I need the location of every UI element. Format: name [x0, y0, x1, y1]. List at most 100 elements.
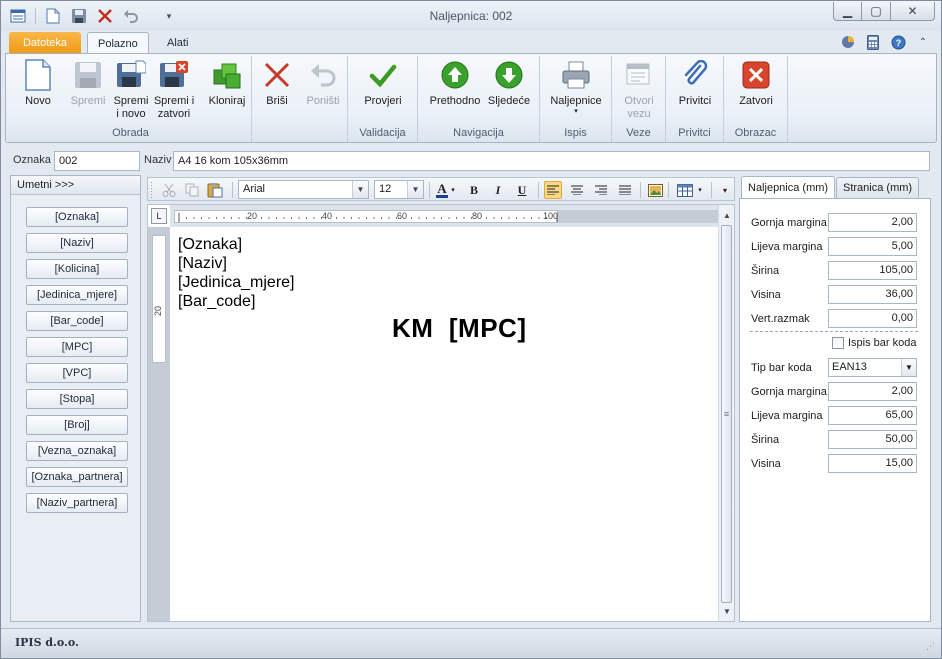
provjeri-button[interactable]: Provjeri: [358, 59, 408, 108]
naziv-field[interactable]: A4 16 kom 105x36mm: [173, 151, 930, 171]
align-center-icon[interactable]: [568, 181, 586, 199]
insert-panel-header[interactable]: Umetni >>>: [11, 176, 140, 195]
vert-razmak-field[interactable]: 0,00: [828, 309, 917, 328]
lijeva-margina-field[interactable]: 5,00: [828, 237, 917, 256]
doc-line-naziv[interactable]: [Naziv]: [178, 254, 227, 273]
kloniraj-button[interactable]: Kloniraj: [202, 59, 252, 108]
close-button[interactable]: ✕: [891, 2, 935, 21]
ribbon-tabs: Datoteka Polazno Alati ? ⌃: [1, 31, 941, 54]
tab-naljepnica[interactable]: Naljepnica (mm): [741, 176, 836, 199]
insert-panel: Umetni >>> [Oznaka] [Naziv] [Kolicina] […: [10, 175, 141, 622]
visina-label: Visina: [751, 289, 781, 301]
horizontal-ruler[interactable]: 20 40 60 80 100: [174, 210, 558, 223]
table-dropdown-icon[interactable]: ▾: [696, 181, 704, 199]
toolbar-overflow-icon[interactable]: ▾: [716, 181, 734, 199]
brisi-button[interactable]: Briši: [252, 59, 302, 108]
toolbar-separator: [640, 182, 641, 198]
resize-grip-icon[interactable]: ⋰: [926, 641, 935, 652]
ruler-mark: 20: [247, 211, 258, 221]
collapse-ribbon-icon[interactable]: ⌃: [915, 34, 931, 50]
gornja-margina-field[interactable]: 2,00: [828, 213, 917, 232]
ponisti-button[interactable]: Poništi: [298, 59, 348, 108]
clone-icon: [211, 59, 243, 91]
tip-bar-koda-select[interactable]: EAN13 ▼: [828, 358, 917, 377]
tab-datoteka[interactable]: Datoteka: [9, 32, 81, 53]
font-color-dropdown-icon[interactable]: ▾: [449, 181, 457, 199]
cut-icon[interactable]: [160, 181, 178, 199]
checkbox-box[interactable]: [832, 337, 844, 349]
tab-stop-icon[interactable]: L: [151, 208, 167, 224]
insert-vpc-button[interactable]: [VPC]: [26, 363, 128, 383]
align-right-icon[interactable]: [592, 181, 610, 199]
scroll-up-icon[interactable]: ▲: [720, 207, 734, 223]
insert-broj-button[interactable]: [Broj]: [26, 415, 128, 435]
insert-oznaka-partnera-button[interactable]: [Oznaka_partnera]: [26, 467, 128, 487]
insert-oznaka-button[interactable]: [Oznaka]: [26, 207, 128, 227]
insert-mpc-button[interactable]: [MPC]: [26, 337, 128, 357]
insert-stopa-button[interactable]: [Stopa]: [26, 389, 128, 409]
insert-bar-code-button[interactable]: [Bar_code]: [26, 311, 128, 331]
scroll-down-icon[interactable]: ▼: [720, 603, 734, 619]
lijeva-margina-label: Lijeva margina: [751, 241, 823, 253]
bc-sirina-field[interactable]: 50,00: [828, 430, 917, 449]
calculator-icon[interactable]: [865, 34, 881, 50]
otvori-vezu-button[interactable]: Otvori vezu: [614, 59, 664, 121]
ribbon: Novo Spremi Spremi i novo Spremi i zatvo…: [5, 53, 937, 143]
section-divider: [750, 331, 918, 332]
novo-button[interactable]: Novo: [13, 59, 63, 108]
insert-jedinica-mjere-button[interactable]: [Jedinica_mjere]: [26, 285, 128, 305]
align-justify-icon[interactable]: [616, 181, 634, 199]
help-icon[interactable]: ?: [890, 34, 906, 50]
bold-icon[interactable]: B: [465, 181, 483, 199]
doc-line-oznaka[interactable]: [Oznaka]: [178, 235, 242, 254]
minimize-button[interactable]: ▁: [833, 2, 862, 21]
doc-line-barcode[interactable]: [Bar_code]: [178, 292, 255, 311]
chevron-down-icon[interactable]: ▼: [407, 181, 423, 198]
bc-lijeva-margina-field[interactable]: 65,00: [828, 406, 917, 425]
font-family-select[interactable]: Arial ▼: [238, 180, 369, 199]
tab-alati[interactable]: Alati: [157, 32, 198, 53]
visina-field[interactable]: 36,00: [828, 285, 917, 304]
underline-icon[interactable]: U: [513, 181, 531, 199]
vertical-ruler[interactable]: 20: [152, 235, 166, 363]
prethodno-button[interactable]: Prethodno: [430, 59, 480, 108]
ispis-bar-koda-checkbox[interactable]: Ispis bar koda: [832, 337, 916, 349]
bc-visina-field[interactable]: 15,00: [828, 454, 917, 473]
doc-line-jedinica[interactable]: [Jedinica_mjere]: [178, 273, 295, 292]
insert-kolicina-button[interactable]: [Kolicina]: [26, 259, 128, 279]
label-page[interactable]: [Oznaka] [Naziv] [Jedinica_mjere] [Bar_c…: [170, 227, 718, 621]
naljepnice-button[interactable]: Naljepnice ▾: [550, 59, 602, 116]
naljepnice-dropdown-icon[interactable]: ▾: [574, 108, 578, 116]
bc-gornja-margina-field[interactable]: 2,00: [828, 382, 917, 401]
sirina-field[interactable]: 105,00: [828, 261, 917, 280]
spremi-i-zatvori-button[interactable]: Spremi i zatvori: [149, 59, 199, 121]
sljedece-button[interactable]: Sljedeće: [484, 59, 534, 108]
tab-polazno[interactable]: Polazno: [87, 32, 149, 54]
copy-icon[interactable]: [183, 181, 201, 199]
insert-naziv-button[interactable]: [Naziv]: [26, 233, 128, 253]
ruler-mark: 80: [472, 211, 483, 221]
insert-image-icon[interactable]: [646, 181, 664, 199]
group-label-navigacija: Navigacija: [453, 127, 504, 139]
tab-stranica[interactable]: Stranica (mm): [836, 177, 920, 198]
oznaka-field[interactable]: 002: [54, 151, 140, 171]
svg-text:?: ?: [895, 38, 901, 48]
insert-vezna-oznaka-button[interactable]: [Vezna_oznaka]: [26, 441, 128, 461]
font-size-select[interactable]: 12 ▼: [374, 180, 424, 199]
maximize-button[interactable]: ▢: [862, 2, 891, 21]
label-editor[interactable]: L 20 40 60 80 100 20 [Oznaka] [Naziv] [J…: [147, 204, 735, 622]
chart-icon[interactable]: [840, 34, 856, 50]
chevron-down-icon[interactable]: ▼: [352, 181, 368, 198]
doc-line-price[interactable]: KM [MPC]: [392, 313, 526, 344]
editor-scrollbar[interactable]: ▲ ≡ ▼: [718, 205, 734, 621]
italic-icon[interactable]: I: [489, 181, 507, 199]
vertical-ruler-margin: [152, 363, 166, 621]
privitci-button[interactable]: Privitci: [670, 59, 720, 108]
align-left-icon[interactable]: [544, 181, 562, 199]
scroll-thumb[interactable]: ≡: [721, 225, 732, 603]
table-icon[interactable]: [676, 181, 694, 199]
insert-naziv-partnera-button[interactable]: [Naziv_partnera]: [26, 493, 128, 513]
chevron-down-icon[interactable]: ▼: [901, 359, 916, 376]
paste-icon[interactable]: [206, 181, 224, 199]
zatvori-button[interactable]: Zatvori: [731, 59, 781, 108]
